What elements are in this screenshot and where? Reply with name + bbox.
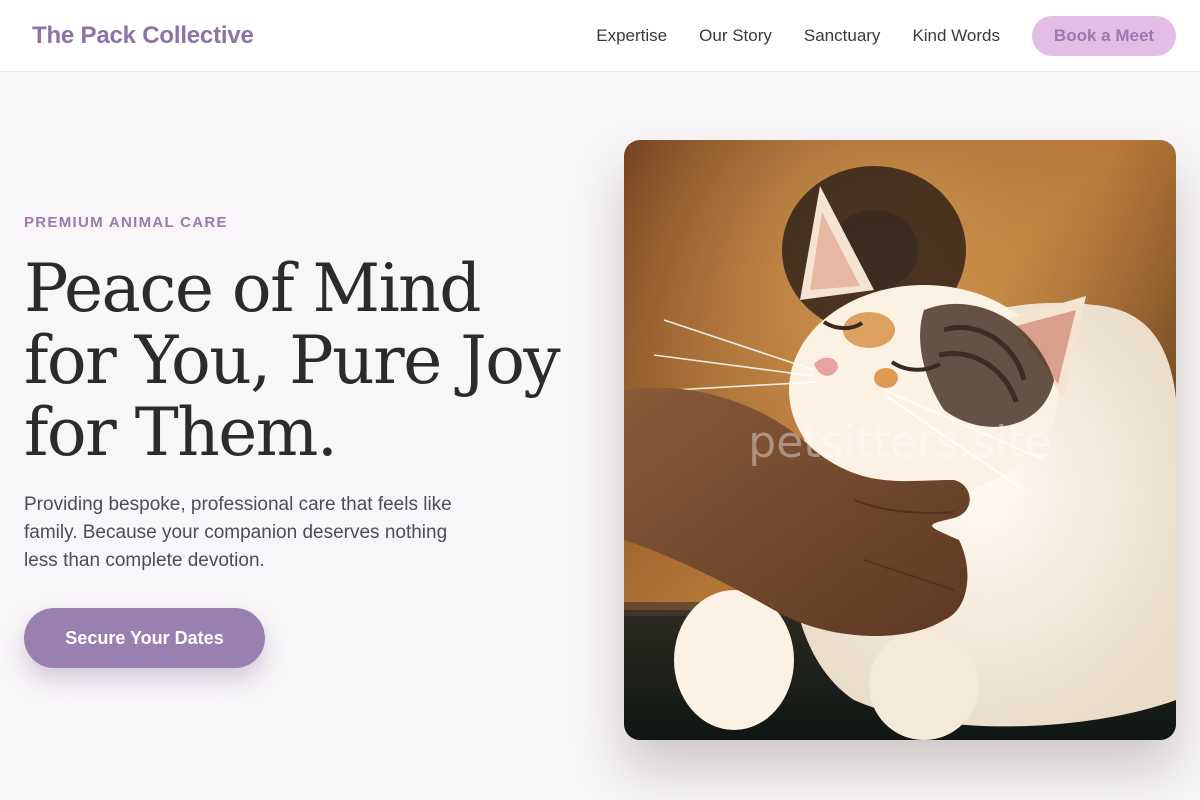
book-a-meet-button[interactable]: Book a Meet xyxy=(1032,15,1176,56)
brand-logo-text[interactable]: The Pack Collective xyxy=(32,22,254,50)
hero-subtext: Providing bespoke, professional care tha… xyxy=(24,494,452,571)
hero-copy: PREMIUM ANIMAL CARE Peace of Mind for Yo… xyxy=(24,214,584,668)
nav-link-expertise[interactable]: Expertise xyxy=(596,26,667,46)
headline-line-1: Peace of Mind xyxy=(24,250,481,327)
top-navigation-bar: The Pack Collective Expertise Our Story … xyxy=(0,0,1200,72)
hero-cat-photo: petsitters.site xyxy=(624,140,1176,740)
photo-watermark: petsitters.site xyxy=(748,417,1052,468)
headline-line-3: for Them. xyxy=(24,394,338,471)
nav-link-sanctuary[interactable]: Sanctuary xyxy=(804,26,881,46)
hero-eyebrow: PREMIUM ANIMAL CARE xyxy=(24,214,228,231)
headline-line-2: for You, Pure Joy xyxy=(24,322,561,399)
secure-your-dates-button[interactable]: Secure Your Dates xyxy=(24,608,265,668)
hero-headline: Peace of Mind for You, Pure Joy for Them… xyxy=(24,253,584,469)
nav-link-kind-words[interactable]: Kind Words xyxy=(912,26,1000,46)
nav-link-our-story[interactable]: Our Story xyxy=(699,26,772,46)
main-nav: Expertise Our Story Sanctuary Kind Words… xyxy=(596,15,1176,56)
